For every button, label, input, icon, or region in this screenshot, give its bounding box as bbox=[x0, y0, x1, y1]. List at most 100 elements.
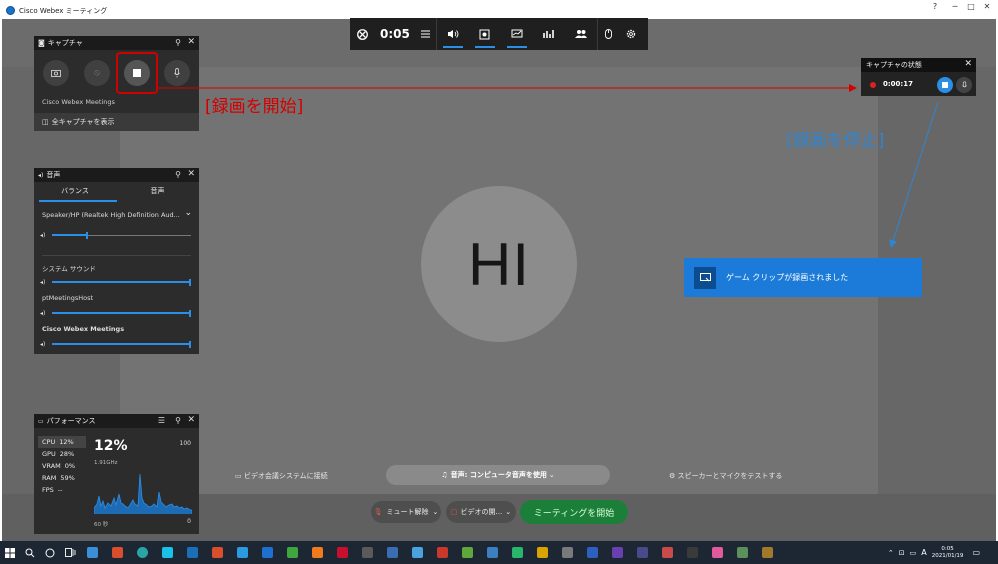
taskbar-app-icon[interactable] bbox=[630, 541, 655, 564]
audio-widget-icon[interactable] bbox=[437, 18, 469, 50]
audio-app-volume-slider[interactable]: ◂) bbox=[40, 278, 191, 286]
taskbar-app-icon[interactable] bbox=[255, 541, 280, 564]
volume-track bbox=[52, 278, 191, 286]
network-icon[interactable]: ⊡ bbox=[899, 549, 905, 557]
app-tile bbox=[137, 547, 148, 558]
taskbar-app-icon[interactable] bbox=[730, 541, 755, 564]
help-button[interactable]: ? bbox=[928, 2, 942, 11]
xbox-icon[interactable] bbox=[350, 18, 374, 50]
taskbar-app-icon[interactable] bbox=[605, 541, 630, 564]
menu-icon[interactable] bbox=[416, 18, 436, 50]
record-last-button[interactable]: ⦸ bbox=[84, 60, 110, 86]
video-button[interactable]: ▢ ビデオの開... ⌄ bbox=[446, 501, 516, 523]
device-volume-slider[interactable]: ◂) bbox=[40, 231, 191, 239]
start-meeting-button[interactable]: ミーティングを開始 bbox=[520, 500, 628, 524]
taskbar-app-icon[interactable] bbox=[355, 541, 380, 564]
microphone-button[interactable] bbox=[164, 60, 190, 86]
audio-app-volume-slider[interactable]: ◂) bbox=[40, 309, 191, 317]
taskbar-app-icon[interactable] bbox=[655, 541, 680, 564]
headset-icon: ♫ bbox=[441, 471, 448, 479]
taskbar-app-icon[interactable] bbox=[205, 541, 230, 564]
volume-thumb[interactable] bbox=[189, 278, 191, 286]
taskbar-app-icon[interactable] bbox=[230, 541, 255, 564]
show-all-captures-link[interactable]: ◫ 全キャプチャを表示 bbox=[34, 113, 199, 131]
resources-widget-icon[interactable] bbox=[533, 18, 565, 50]
search-icon[interactable] bbox=[20, 541, 40, 564]
settings-gear-icon[interactable] bbox=[620, 18, 642, 50]
clock[interactable]: 0:05 2021/01/19 bbox=[932, 546, 964, 560]
mic-toggle-button[interactable] bbox=[956, 77, 972, 93]
taskbar-app-icon[interactable] bbox=[180, 541, 205, 564]
close-icon[interactable]: ✕ bbox=[187, 169, 195, 179]
app-tile bbox=[687, 547, 698, 558]
highlight-box bbox=[116, 52, 158, 94]
task-view-icon[interactable] bbox=[60, 541, 80, 564]
tray-chevron-up-icon[interactable]: ⌃ bbox=[888, 549, 894, 557]
volume-thumb[interactable] bbox=[85, 231, 88, 239]
close-icon[interactable]: ✕ bbox=[964, 59, 972, 69]
volume-thumb[interactable] bbox=[189, 340, 191, 348]
camera-off-icon: ▢ bbox=[450, 508, 458, 516]
taskbar-app-icon[interactable] bbox=[105, 541, 130, 564]
app-tile bbox=[637, 547, 648, 558]
game-bar-clock: 0:05 bbox=[380, 27, 410, 41]
taskbar-app-icon[interactable] bbox=[380, 541, 405, 564]
taskbar-app-icon[interactable] bbox=[130, 541, 155, 564]
graph-duration-label: 60 秒 bbox=[94, 522, 109, 528]
perf-stat-row[interactable]: CPU 12% bbox=[38, 436, 86, 448]
maximize-button[interactable]: □ bbox=[964, 2, 978, 11]
tab-audio[interactable]: 音声 bbox=[116, 186, 199, 196]
audio-app-volume-slider[interactable]: ◂) bbox=[40, 340, 191, 348]
output-device-label: Speaker/HP (Realtek High Definition Aud.… bbox=[42, 211, 180, 219]
test-speaker-link[interactable]: ⚙ スピーカーとマイクをテストする bbox=[669, 471, 782, 481]
pin-icon[interactable]: ⚲ bbox=[175, 170, 181, 179]
close-icon[interactable]: ✕ bbox=[187, 415, 195, 425]
taskbar-app-icon[interactable] bbox=[455, 541, 480, 564]
capture-widget-icon[interactable] bbox=[469, 18, 501, 50]
audio-app-label: Cisco Webex Meetings bbox=[42, 325, 125, 333]
performance-widget-icon[interactable] bbox=[501, 18, 533, 50]
stop-icon bbox=[942, 82, 948, 88]
close-icon[interactable]: ✕ bbox=[187, 37, 195, 47]
taskbar-app-icon[interactable] bbox=[430, 541, 455, 564]
taskbar-app-icon[interactable] bbox=[705, 541, 730, 564]
pin-icon[interactable]: ⚲ bbox=[175, 38, 181, 47]
windows-start-icon[interactable] bbox=[0, 541, 20, 564]
mouse-icon[interactable] bbox=[598, 18, 620, 50]
taskbar-app-icon[interactable] bbox=[330, 541, 355, 564]
screenshot-button[interactable] bbox=[43, 60, 69, 86]
volume-thumb[interactable] bbox=[189, 309, 191, 317]
stop-recording-small-button[interactable] bbox=[937, 77, 953, 93]
taskbar-app-icon[interactable] bbox=[155, 541, 180, 564]
social-widget-icon[interactable] bbox=[565, 18, 597, 50]
close-window-button[interactable]: ✕ bbox=[980, 2, 994, 11]
notification-icon[interactable]: ▭ bbox=[972, 548, 980, 557]
battery-icon[interactable]: ▭ bbox=[910, 549, 917, 557]
taskbar-app-icon[interactable] bbox=[580, 541, 605, 564]
capture-status-header: キャプチャの状態 ✕ bbox=[861, 58, 976, 72]
taskbar-app-icon[interactable] bbox=[505, 541, 530, 564]
taskbar-app-icon[interactable] bbox=[280, 541, 305, 564]
tab-balance[interactable]: バランス bbox=[34, 186, 116, 196]
taskbar-app-icon[interactable] bbox=[80, 541, 105, 564]
options-icon[interactable]: ☰ bbox=[158, 416, 165, 425]
video-system-link[interactable]: ▭ ビデオ会議システムに接続 bbox=[235, 471, 328, 481]
perf-stat-label: FPS bbox=[42, 486, 54, 494]
clip-recorded-toast[interactable]: ゲーム クリップが録画されました bbox=[684, 258, 922, 297]
taskbar-app-icon[interactable] bbox=[530, 541, 555, 564]
audio-select[interactable]: ♫ 音声: コンピュータ音声を使用 ⌄ bbox=[386, 465, 610, 485]
device-chevron-icon[interactable]: ⌄ bbox=[184, 208, 192, 218]
app-tile bbox=[362, 547, 373, 558]
minimize-button[interactable]: ─ bbox=[948, 2, 962, 11]
mute-button[interactable]: 🎙 ミュート解除 ⌄ bbox=[371, 501, 441, 523]
taskbar-app-icon[interactable] bbox=[405, 541, 430, 564]
taskbar-app-icon[interactable] bbox=[305, 541, 330, 564]
taskbar-app-icon[interactable] bbox=[555, 541, 580, 564]
taskbar-app-icon[interactable] bbox=[755, 541, 780, 564]
taskbar-app-icon[interactable] bbox=[480, 541, 505, 564]
ime-indicator[interactable]: A bbox=[921, 548, 926, 557]
cortana-icon[interactable] bbox=[40, 541, 60, 564]
pin-icon[interactable]: ⚲ bbox=[175, 416, 181, 425]
taskbar-app-icon[interactable] bbox=[680, 541, 705, 564]
output-device-select[interactable]: Speaker/HP (Realtek High Definition Aud.… bbox=[42, 211, 180, 219]
